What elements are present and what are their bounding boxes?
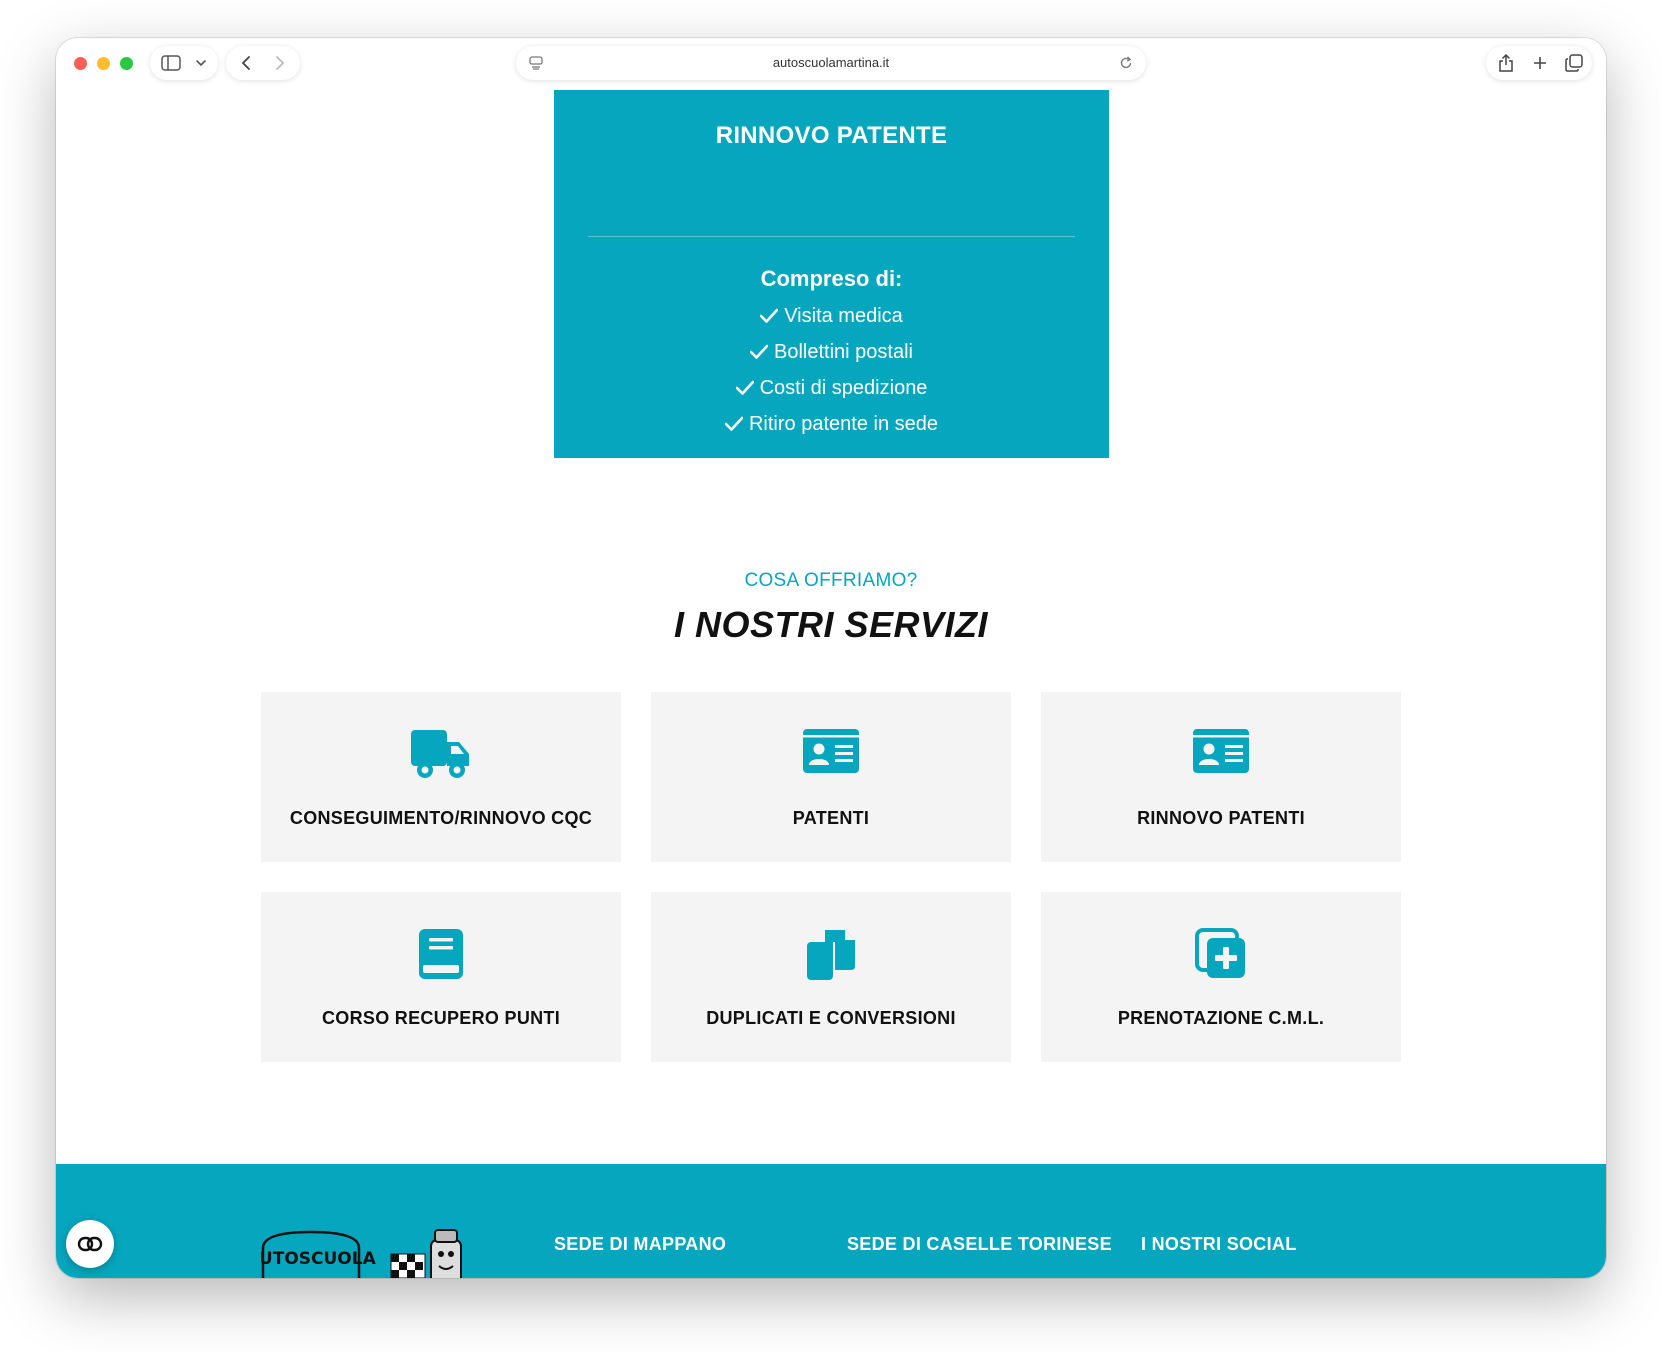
zoom-window-button[interactable] (120, 57, 133, 70)
services-eyebrow: COSA OFFRIAMO? (744, 570, 918, 591)
new-tab-button[interactable] (1524, 46, 1556, 80)
service-card-label: DUPLICATI E CONVERSIONI (706, 1008, 956, 1028)
window-actions (1486, 46, 1592, 80)
book-icon (419, 929, 463, 979)
footer-caselle-title: SEDE DI CASELLE TORINESE (847, 1234, 1112, 1254)
check-icon (750, 344, 769, 359)
check-icon (724, 416, 743, 431)
included-item-label: Visita medica (784, 305, 903, 327)
sidebar-icon (161, 55, 181, 71)
service-card-label: CONSEGUIMENTO/RINNOVO CQC (289, 808, 593, 828)
service-card-rinnovo-patenti[interactable]: RINNOVO PATENTI (1041, 692, 1401, 862)
close-window-button[interactable] (74, 57, 87, 70)
tabs-icon (1565, 54, 1583, 72)
tab-group-dropdown[interactable] (188, 46, 214, 80)
service-card-cqc[interactable]: CONSEGUIMENTO/RINNOVO CQC (261, 692, 621, 862)
included-item: Ritiro patente in sede (554, 406, 1109, 442)
included-item-label: Costi di spedizione (759, 377, 928, 399)
reload-button[interactable] (1114, 46, 1138, 80)
accessibility-button[interactable] (66, 1220, 114, 1268)
browser-window: RINNOVO PATENTE Compreso di: Visita medi… (56, 38, 1606, 1278)
url-text: autoscuolamartina.it (772, 55, 890, 70)
id-card-icon (1193, 729, 1249, 773)
medical-plus-icon (1195, 928, 1245, 978)
site-footer: AUTOSCUOLA SEDE DI MAPPANO (56, 1164, 1606, 1278)
included-item: Costi di spedizione (554, 370, 1109, 406)
service-card-label: PATENTI (792, 808, 870, 828)
check-icon (760, 308, 779, 323)
back-button[interactable] (230, 46, 262, 80)
services-title: I NOSTRI SERVIZI (673, 604, 989, 645)
included-list: Visita medica Bollettini postali Costi d… (554, 298, 1109, 442)
included-label: Compreso di: (760, 266, 903, 291)
included-item: Bollettini postali (554, 334, 1109, 370)
service-card-patenti[interactable]: PATENTI (651, 692, 1011, 862)
service-card-prenotazione-cml[interactable]: PRENOTAZIONE C.M.L. (1041, 892, 1401, 1062)
chevron-left-icon (241, 56, 250, 70)
check-icon (735, 380, 754, 395)
minimize-window-button[interactable] (97, 57, 110, 70)
chevron-right-icon (276, 56, 285, 70)
browser-toolbar: autoscuolamartina.it (56, 38, 1606, 90)
share-icon (1499, 54, 1513, 72)
plus-icon (1534, 57, 1546, 69)
included-item: Visita medica (554, 298, 1109, 334)
reload-icon (1120, 56, 1132, 69)
service-card-duplicati[interactable]: DUPLICATI E CONVERSIONI (651, 892, 1011, 1062)
address-bar[interactable]: autoscuolamartina.it (516, 46, 1146, 80)
copy-icon (807, 930, 855, 980)
chevron-down-icon (196, 60, 206, 67)
link-icon (77, 1236, 103, 1252)
autoscuola-logo[interactable]: AUTOSCUOLA (246, 1224, 471, 1278)
price-card-divider (588, 236, 1075, 237)
service-card-label: PRENOTAZIONE C.M.L. (1117, 1008, 1325, 1028)
price-card: RINNOVO PATENTE Compreso di: Visita medi… (554, 90, 1109, 458)
id-card-icon (803, 729, 859, 773)
forward-button[interactable] (264, 46, 296, 80)
footer-mappano-title: SEDE DI MAPPANO (554, 1234, 727, 1254)
included-item-label: Bollettini postali (774, 341, 913, 363)
truck-icon (411, 730, 469, 778)
logo-graphic: AUTOSCUOLA (246, 1229, 462, 1278)
sidebar-control (150, 46, 218, 80)
footer-social-title: I NOSTRI SOCIAL (1141, 1234, 1297, 1254)
price-card-title: RINNOVO PATENTE (715, 122, 948, 149)
logo-text: AUTOSCUOLA (261, 1249, 377, 1269)
tab-overview-button[interactable] (1558, 46, 1590, 80)
included-item-label: Ritiro patente in sede (748, 413, 938, 435)
page-content: RINNOVO PATENTE Compreso di: Visita medi… (56, 38, 1606, 1278)
service-card-label: RINNOVO PATENTI (1137, 808, 1305, 828)
sidebar-toggle-button[interactable] (156, 46, 186, 80)
service-card-recupero-punti[interactable]: CORSO RECUPERO PUNTI (261, 892, 621, 1062)
navigation-controls (226, 46, 300, 80)
share-button[interactable] (1490, 46, 1522, 80)
service-card-label: CORSO RECUPERO PUNTI (321, 1008, 561, 1028)
